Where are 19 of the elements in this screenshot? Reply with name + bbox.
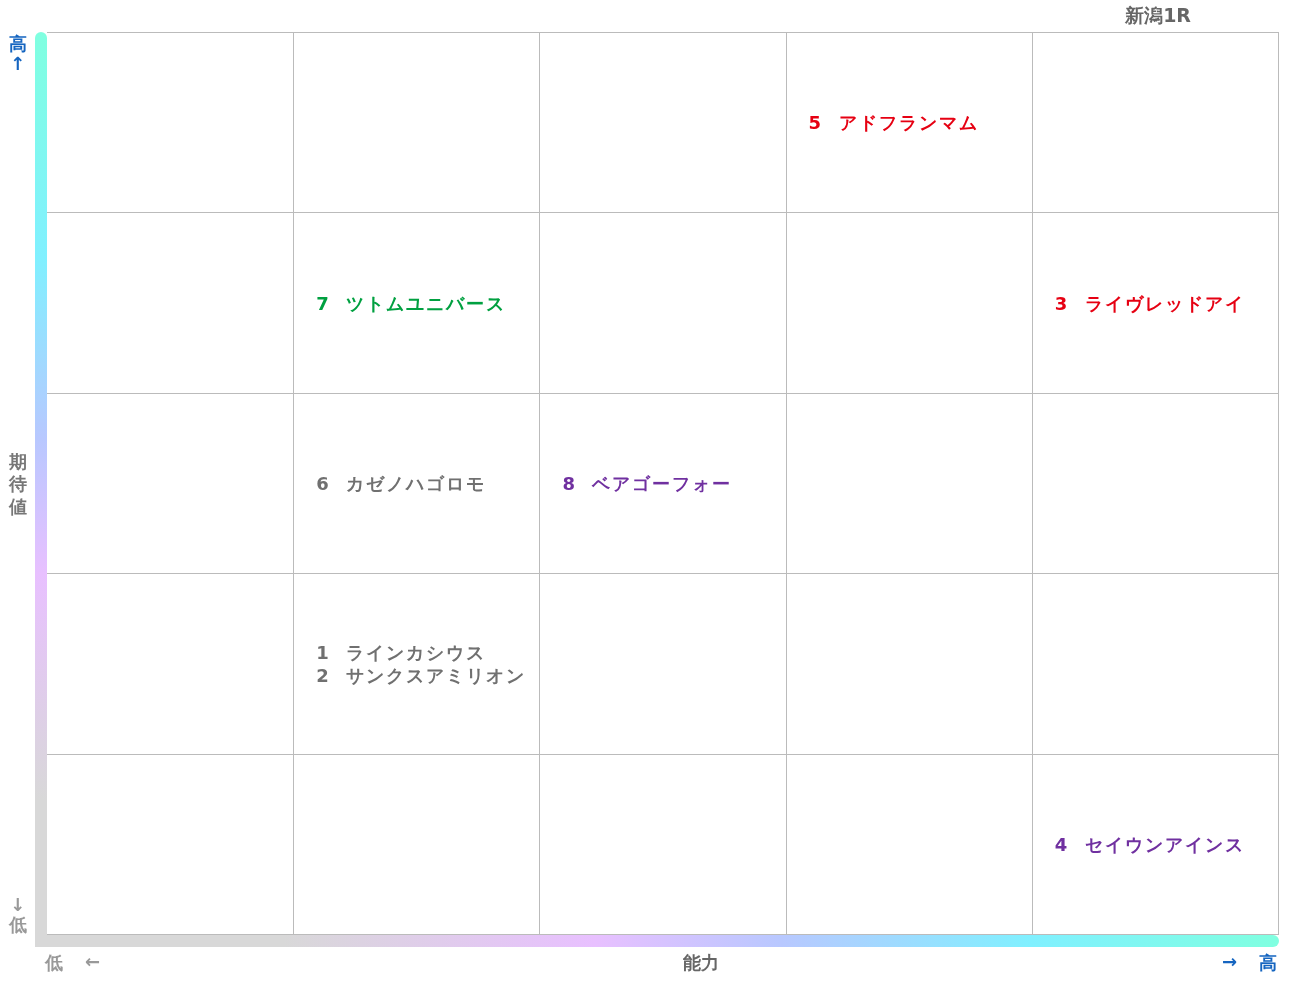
- horse-entry: 4 セイウンアインス: [1054, 832, 1246, 856]
- up-arrow-icon: ↑: [9, 53, 26, 74]
- horse-entry: 2 サンクスアミリオン: [316, 663, 528, 687]
- axis-low-label: 低: [45, 951, 63, 975]
- chart-title: 新潟1R: [1125, 3, 1191, 28]
- y-axis-title: 期待値: [8, 450, 27, 519]
- axis-low-label: 低: [8, 915, 27, 935]
- axis-high-label: 高: [8, 34, 27, 54]
- horse-entry: 1 ラインカシウス: [316, 640, 488, 664]
- horse-entry: 8 ベアゴーフォー: [562, 472, 734, 495]
- axis-high-label: 高: [1259, 951, 1277, 975]
- down-arrow-icon: ↓: [9, 895, 26, 916]
- horse-entry: 3 ライヴレッドアイ: [1054, 291, 1246, 315]
- right-arrow-icon: →: [1221, 951, 1237, 975]
- horse-entry: 7 ツトムユニバース: [316, 291, 508, 315]
- horse-entry: 5 アドフランマム: [808, 111, 980, 135]
- horse-entry: 6 カゼノハゴロモ: [316, 472, 488, 495]
- left-arrow-icon: ←: [85, 951, 101, 975]
- x-axis-title: 能力: [683, 951, 719, 975]
